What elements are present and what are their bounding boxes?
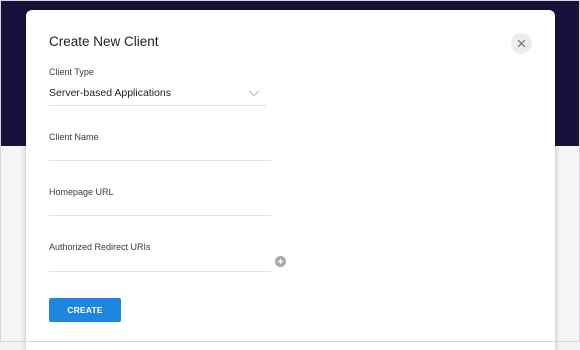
add-redirect-uri-button[interactable] bbox=[275, 256, 286, 267]
modal-title: Create New Client bbox=[49, 34, 159, 49]
redirect-uri-input[interactable] bbox=[49, 249, 271, 272]
create-button[interactable]: CREATE bbox=[49, 298, 121, 322]
create-client-modal: Create New Client Client Type Server-bas… bbox=[26, 10, 555, 350]
homepage-url-input[interactable] bbox=[49, 193, 271, 216]
chevron-down-icon bbox=[248, 90, 260, 97]
client-type-select[interactable]: Server-based Applications bbox=[49, 83, 266, 106]
plus-circle-icon bbox=[278, 259, 283, 264]
close-button[interactable] bbox=[511, 33, 532, 54]
client-type-value: Server-based Applications bbox=[49, 87, 171, 99]
close-icon bbox=[517, 39, 526, 48]
client-type-label: Client Type bbox=[49, 67, 94, 77]
client-name-input[interactable] bbox=[49, 138, 271, 161]
